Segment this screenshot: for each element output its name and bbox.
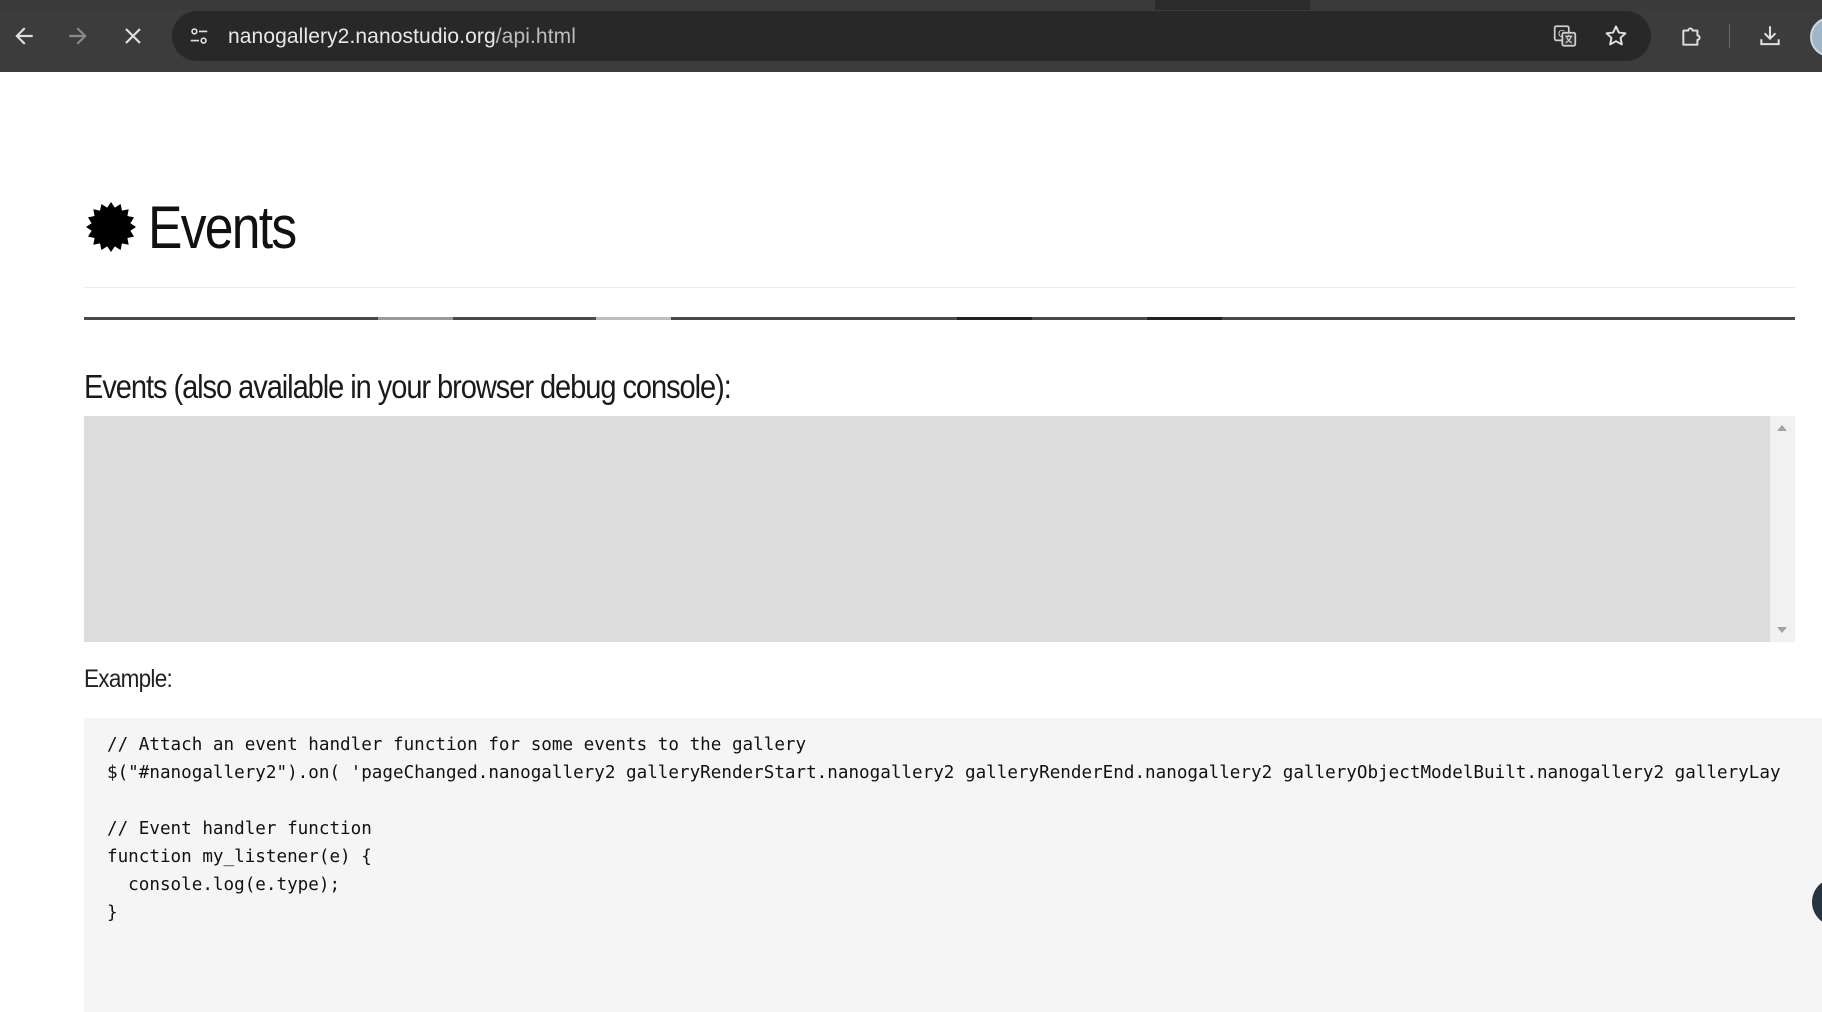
forward-button[interactable]	[60, 18, 96, 54]
code-line: function my_listener(e) {	[107, 847, 372, 867]
page-content: Events Events (also available in your br…	[0, 72, 1822, 1012]
puzzle-icon	[1682, 27, 1701, 46]
stop-loading-button[interactable]	[115, 18, 151, 54]
scroll-up-icon[interactable]	[1777, 425, 1787, 431]
divider-highlight	[957, 317, 1032, 320]
tab-strip	[0, 0, 1822, 10]
code-example: // Attach an event handler function for …	[84, 718, 1822, 1012]
url-host: nanogallery2.nanostudio.org	[228, 25, 496, 48]
events-log-box[interactable]	[84, 416, 1795, 642]
badge-burst-icon	[86, 202, 136, 252]
events-log-scrollbar[interactable]	[1770, 416, 1795, 642]
translate-button[interactable]: G	[1547, 18, 1583, 54]
url-path: /api.html	[495, 25, 576, 48]
arrow-right-icon	[69, 27, 87, 45]
back-button[interactable]	[6, 18, 42, 54]
code-line: }	[107, 903, 118, 923]
bookmark-button[interactable]	[1598, 18, 1634, 54]
scroll-down-icon[interactable]	[1777, 627, 1787, 633]
example-label: Example:	[84, 665, 173, 693]
translate-icon: G	[1553, 25, 1577, 47]
events-label: Events (also available in your browser d…	[84, 368, 732, 405]
code-line: // Event handler function	[107, 819, 372, 839]
url-text[interactable]: nanogallery2.nanostudio.org/api.html	[228, 25, 576, 49]
page-title: Events	[148, 193, 297, 261]
profile-avatar[interactable]	[1810, 17, 1822, 57]
toolbar-separator	[1729, 24, 1730, 48]
browser-toolbar: nanogallery2.nanostudio.org/api.html G	[0, 0, 1822, 72]
code-line: $("#nanogallery2").on( 'pageChanged.nano…	[107, 763, 1781, 783]
code-line: // Attach an event handler function for …	[107, 735, 807, 755]
tune-icon	[190, 28, 208, 44]
arrow-left-icon	[15, 27, 33, 45]
close-icon	[125, 28, 141, 44]
downloads-button[interactable]	[1752, 18, 1788, 54]
site-info-button[interactable]	[181, 18, 217, 54]
tab-strip-segment	[1310, 0, 1822, 10]
section-heading: Events	[84, 187, 319, 267]
star-outline-icon	[1605, 25, 1627, 46]
section-divider	[84, 317, 1795, 320]
download-icon	[1760, 26, 1780, 46]
extensions-button[interactable]	[1674, 18, 1710, 54]
divider-highlight	[378, 317, 453, 320]
address-bar[interactable]: nanogallery2.nanostudio.org/api.html G	[172, 11, 1651, 61]
divider	[84, 287, 1795, 288]
divider-highlight	[1147, 317, 1222, 320]
tab-strip-segment	[0, 0, 1155, 10]
code-line: console.log(e.type);	[107, 875, 341, 895]
divider-highlight	[596, 317, 671, 320]
